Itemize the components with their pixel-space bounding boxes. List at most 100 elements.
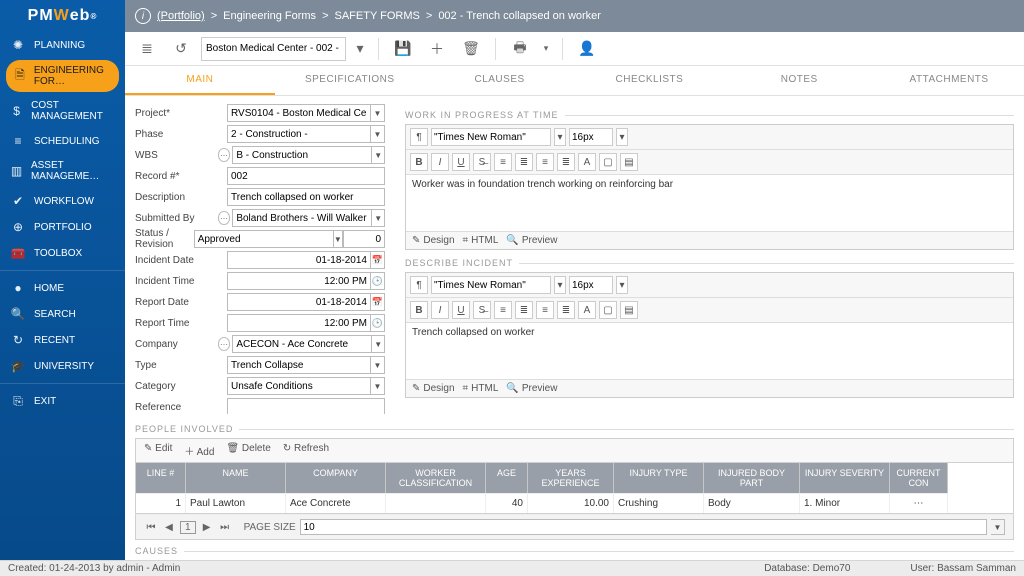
picker-icon[interactable]: ⋯: [218, 148, 231, 162]
italic-icon[interactable]: I: [431, 301, 449, 319]
category-field[interactable]: [227, 377, 371, 395]
mode-design[interactable]: ✎ Design: [412, 383, 455, 394]
save-icon[interactable]: 💾: [389, 36, 417, 62]
picker-icon[interactable]: ⋯: [218, 211, 231, 225]
info-icon[interactable]: i: [135, 8, 151, 24]
col-injury[interactable]: INJURY TYPE: [614, 463, 704, 493]
justify-icon[interactable]: ≣: [557, 153, 575, 171]
sidebar-item-toolbox[interactable]: 🧰TOOLBOX: [0, 240, 125, 266]
chevron-down-icon[interactable]: ▾: [554, 128, 566, 146]
col-current[interactable]: CURRENT CON: [890, 463, 948, 493]
col-class[interactable]: WORKER CLASSIFICATION: [386, 463, 486, 493]
sidebar-item-search[interactable]: 🔍SEARCH: [0, 301, 125, 327]
table-row[interactable]: 1 Paul Lawton Ace Concrete 40 10.00 Crus…: [136, 493, 1013, 513]
fill-color-icon[interactable]: ▢: [599, 301, 617, 319]
font-select[interactable]: [431, 128, 551, 146]
tab-attachments[interactable]: ATTACHMENTS: [874, 66, 1024, 95]
mode-design[interactable]: ✎ Design: [412, 235, 455, 246]
chevron-down-icon[interactable]: ▼: [371, 104, 385, 122]
last-page-icon[interactable]: ⏭: [218, 522, 232, 533]
sidebar-item-home[interactable]: ●HOME: [0, 275, 125, 301]
chevron-down-icon[interactable]: ▾: [616, 128, 628, 146]
print-dropdown-icon[interactable]: ▾: [540, 36, 552, 62]
font-color-icon[interactable]: A: [578, 301, 596, 319]
mode-html[interactable]: ⌗ HTML: [463, 383, 499, 394]
sidebar-item-university[interactable]: 🎓UNIVERSITY: [0, 353, 125, 379]
picker-icon[interactable]: ⋯: [218, 337, 231, 351]
status-field[interactable]: [194, 230, 334, 248]
history-icon[interactable]: ↺: [167, 36, 195, 62]
tab-notes[interactable]: NOTES: [724, 66, 874, 95]
list-icon[interactable]: ≣: [133, 36, 161, 62]
calendar-icon[interactable]: 📅: [371, 293, 385, 311]
tab-clauses[interactable]: CLAUSES: [425, 66, 575, 95]
report-time-field[interactable]: [227, 314, 371, 332]
add-icon[interactable]: ＋: [423, 36, 451, 62]
clock-icon[interactable]: 🕒: [371, 314, 385, 332]
size-select[interactable]: [569, 276, 613, 294]
report-date-field[interactable]: [227, 293, 371, 311]
sidebar-item-engineering-forms[interactable]: 🗎ENGINEERING FOR…: [6, 60, 119, 92]
breadcrumb-2[interactable]: SAFETY FORMS: [335, 10, 420, 22]
col-part[interactable]: INJURED BODY PART: [704, 463, 800, 493]
record-field[interactable]: [227, 167, 385, 185]
chevron-down-icon[interactable]: ▼: [991, 519, 1005, 535]
align-right-icon[interactable]: ≡: [536, 153, 554, 171]
format-icon[interactable]: ¶: [410, 128, 428, 146]
image-icon[interactable]: ▤: [620, 301, 638, 319]
prev-page-icon[interactable]: ◀: [162, 522, 176, 533]
chevron-down-icon[interactable]: ▾: [554, 276, 566, 294]
chevron-down-icon[interactable]: ▼: [372, 335, 385, 353]
chevron-down-icon[interactable]: ▼: [371, 125, 385, 143]
sidebar-item-recent[interactable]: ↻RECENT: [0, 327, 125, 353]
tab-specifications[interactable]: SPECIFICATIONS: [275, 66, 425, 95]
record-select[interactable]: [201, 37, 346, 61]
strike-icon[interactable]: S̶: [473, 153, 491, 171]
description-field[interactable]: [227, 188, 385, 206]
col-line[interactable]: LINE #: [136, 463, 186, 493]
justify-icon[interactable]: ≣: [557, 301, 575, 319]
underline-icon[interactable]: U: [452, 301, 470, 319]
edit-button[interactable]: ✎ Edit: [144, 443, 172, 458]
submitted-field[interactable]: [232, 209, 372, 227]
breadcrumb-root[interactable]: (Portfolio): [157, 10, 205, 22]
type-field[interactable]: [227, 356, 371, 374]
add-button[interactable]: ＋ Add: [184, 443, 214, 458]
chevron-down-icon[interactable]: ▾: [616, 276, 628, 294]
incident-date-field[interactable]: [227, 251, 371, 269]
tab-main[interactable]: MAIN: [125, 66, 275, 95]
mode-html[interactable]: ⌗ HTML: [463, 235, 499, 246]
tab-checklists[interactable]: CHECKLISTS: [574, 66, 724, 95]
align-left-icon[interactable]: ≡: [494, 301, 512, 319]
fill-color-icon[interactable]: ▢: [599, 153, 617, 171]
refresh-button[interactable]: ↻ Refresh: [283, 443, 329, 458]
describe-textarea[interactable]: Trench collapsed on worker: [406, 323, 1013, 379]
size-select[interactable]: [569, 128, 613, 146]
strike-icon[interactable]: S̶: [473, 301, 491, 319]
chevron-down-icon[interactable]: ▼: [371, 377, 385, 395]
reference-field[interactable]: [227, 398, 385, 414]
align-left-icon[interactable]: ≡: [494, 153, 512, 171]
clock-icon[interactable]: 🕒: [371, 272, 385, 290]
incident-time-field[interactable]: [227, 272, 371, 290]
mode-preview[interactable]: 🔍 Preview: [506, 235, 557, 246]
align-center-icon[interactable]: ≣: [515, 153, 533, 171]
wbs-field[interactable]: [232, 146, 372, 164]
font-select[interactable]: [431, 276, 551, 294]
sidebar-item-portfolio[interactable]: ⊕PORTFOLIO: [0, 214, 125, 240]
delete-button[interactable]: 🗑 Delete: [226, 443, 270, 458]
page-size-field[interactable]: [300, 519, 987, 535]
revision-field[interactable]: [343, 230, 385, 248]
sidebar-item-cost[interactable]: $COST MANAGEMENT: [0, 94, 125, 128]
project-field[interactable]: [227, 104, 371, 122]
sidebar-item-workflow[interactable]: ✔WORKFLOW: [0, 188, 125, 214]
delete-icon[interactable]: 🗑: [457, 36, 485, 62]
sidebar-item-exit[interactable]: ⎘EXIT: [0, 388, 125, 415]
dropdown-icon[interactable]: ▾: [352, 36, 368, 62]
bold-icon[interactable]: B: [410, 153, 428, 171]
format-icon[interactable]: ¶: [410, 276, 428, 294]
col-name[interactable]: NAME: [186, 463, 286, 493]
mode-preview[interactable]: 🔍 Preview: [506, 383, 557, 394]
chevron-down-icon[interactable]: ▼: [372, 146, 385, 164]
sidebar-item-asset[interactable]: ▥ASSET MANAGEME…: [0, 154, 125, 188]
